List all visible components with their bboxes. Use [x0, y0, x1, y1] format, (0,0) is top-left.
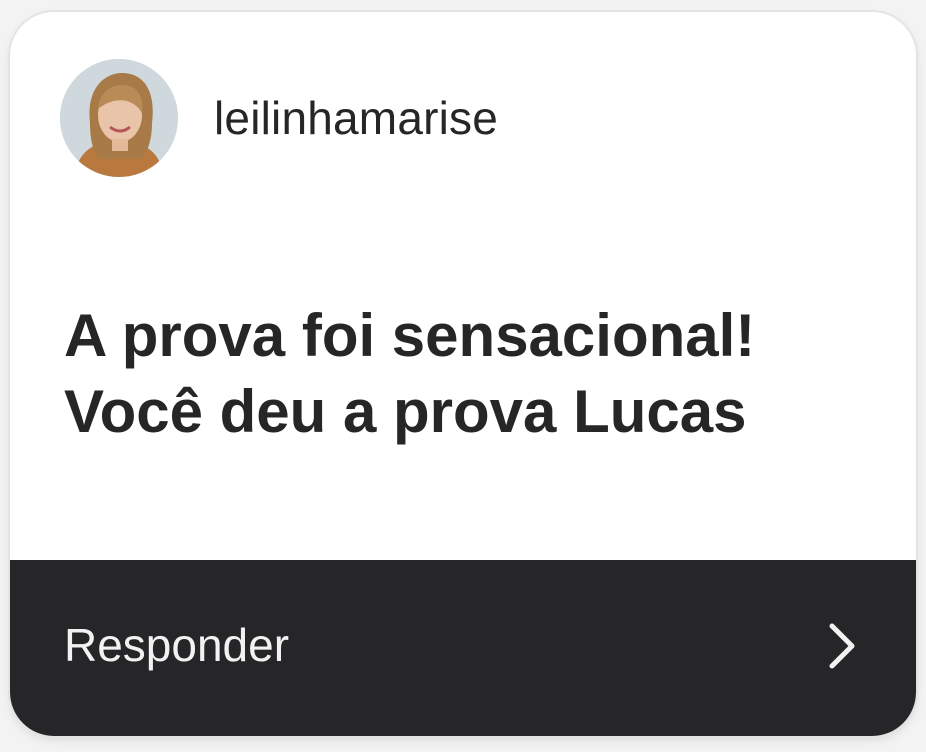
reply-button[interactable]: Responder [10, 560, 916, 736]
story-reply-card: leilinhamarise A prova foi sensacional! … [10, 12, 916, 736]
message-line-2: Você deu a prova Lucas [64, 378, 747, 445]
message-text: A prova foi sensacional! Você deu a prov… [64, 298, 884, 450]
avatar[interactable] [60, 59, 178, 177]
username[interactable]: leilinhamarise [214, 91, 498, 145]
chevron-right-icon [822, 620, 862, 672]
profile-photo-icon [60, 59, 178, 177]
card-header: leilinhamarise [60, 58, 498, 178]
message-line-1: A prova foi sensacional! [64, 302, 756, 369]
reply-label: Responder [64, 619, 290, 671]
